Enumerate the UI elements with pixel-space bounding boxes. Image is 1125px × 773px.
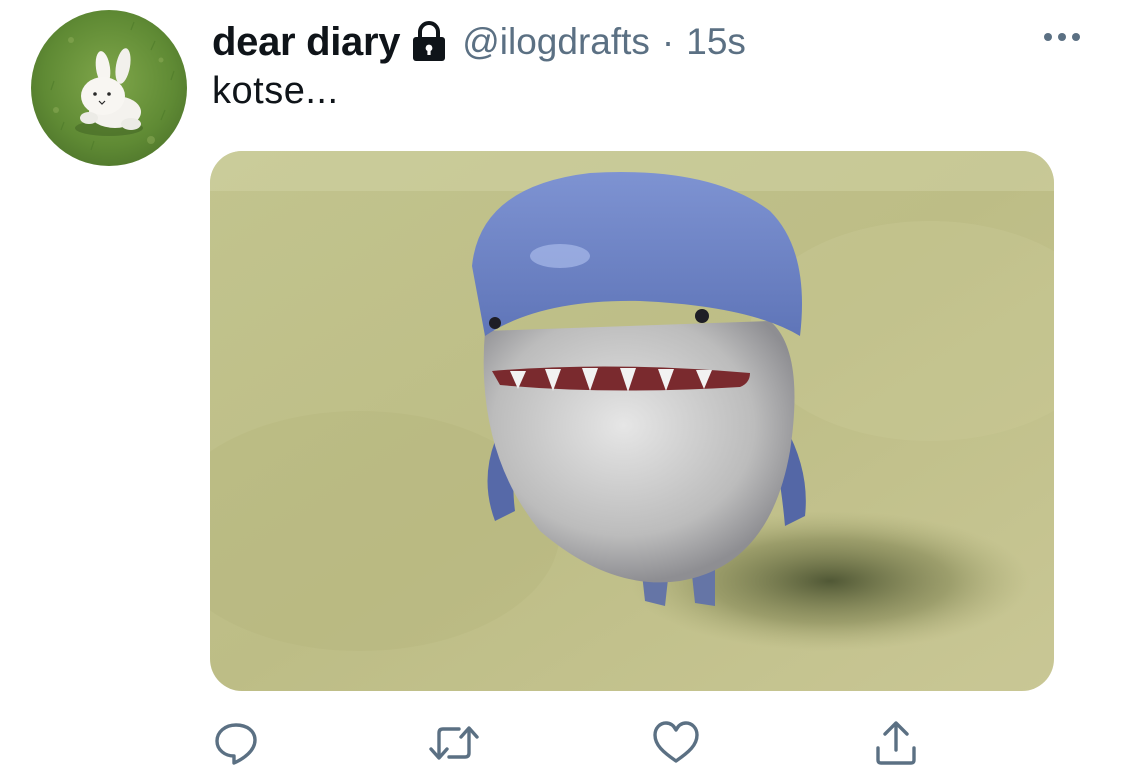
tweet-media[interactable] xyxy=(210,151,1054,691)
tweet-header: dear diary @ilogdrafts · 15s xyxy=(212,18,746,66)
display-name[interactable]: dear diary xyxy=(212,20,401,65)
shark-photo-icon xyxy=(210,151,1054,691)
lock-icon xyxy=(410,21,448,63)
more-button[interactable] xyxy=(1040,22,1084,52)
share-icon xyxy=(876,721,916,765)
reply-button[interactable] xyxy=(208,718,264,768)
timestamp[interactable]: 15s xyxy=(686,21,746,63)
heart-icon xyxy=(653,721,699,763)
like-button[interactable] xyxy=(648,718,704,768)
retweet-button[interactable] xyxy=(426,718,482,768)
separator-dot: · xyxy=(661,21,675,62)
tweet-text: kotse... xyxy=(212,70,339,112)
bunny-plush-avatar-icon xyxy=(31,10,187,166)
more-icon xyxy=(1044,33,1080,41)
avatar[interactable] xyxy=(31,10,187,166)
reply-icon xyxy=(215,723,257,765)
user-handle[interactable]: @ilogdrafts xyxy=(462,21,650,63)
share-button[interactable] xyxy=(868,718,924,768)
retweet-icon xyxy=(429,726,479,760)
